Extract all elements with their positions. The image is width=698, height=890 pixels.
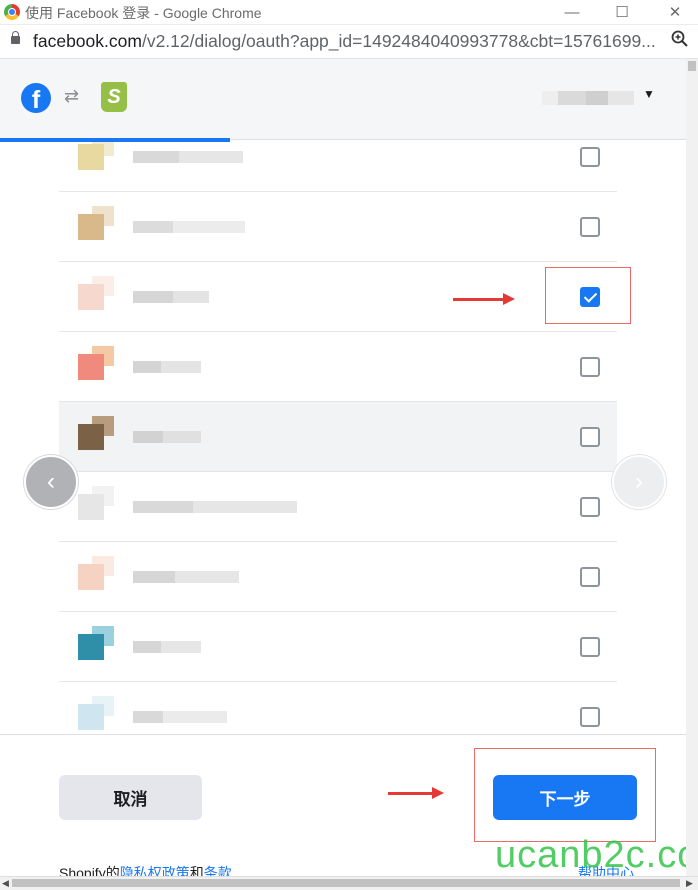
page-avatar: [74, 416, 116, 458]
page-row[interactable]: [59, 682, 617, 734]
vertical-scrollbar[interactable]: [686, 59, 698, 876]
minimize-button[interactable]: —: [549, 0, 595, 24]
page-list: [0, 142, 698, 734]
next-page-arrow-button[interactable]: ›: [612, 455, 666, 509]
page-row[interactable]: [59, 262, 617, 332]
account-name-blurred[interactable]: [542, 91, 634, 105]
horizontal-scroll-thumb[interactable]: [12, 879, 680, 887]
page-row[interactable]: [59, 142, 617, 192]
dialog-header: f ⇄ S ▼: [0, 59, 698, 140]
zoom-icon[interactable]: [671, 30, 693, 52]
page-checkbox[interactable]: [580, 217, 600, 237]
url-host: facebook.com: [33, 31, 142, 51]
annotation-arrow-next: [388, 787, 444, 799]
prev-page-button[interactable]: ‹: [24, 455, 78, 509]
annotation-box-checkbox: [545, 267, 631, 324]
page-row[interactable]: [59, 542, 617, 612]
page-checkbox[interactable]: [580, 567, 600, 587]
page-avatar: [74, 142, 116, 178]
page-checkbox[interactable]: [580, 707, 600, 727]
scroll-left-arrow-icon[interactable]: ◀: [2, 877, 9, 890]
shopify-logo-icon: S: [101, 82, 127, 112]
page-checkbox[interactable]: [580, 497, 600, 517]
page-avatar: [74, 696, 116, 734]
address-bar[interactable]: facebook.com/v2.12/dialog/oauth?app_id=1…: [0, 25, 698, 59]
chrome-logo-icon: [4, 4, 20, 20]
page-row[interactable]: [59, 612, 617, 682]
facebook-logo-icon: f: [21, 83, 51, 113]
watermark: ucanb2c.com: [495, 834, 698, 876]
url-path: /v2.12/dialog/oauth?app_id=1492484040993…: [141, 31, 656, 51]
page-checkbox[interactable]: [580, 637, 600, 657]
cancel-button[interactable]: 取消: [59, 775, 202, 820]
swap-icon: ⇄: [64, 86, 80, 106]
page-checkbox[interactable]: [580, 357, 600, 377]
page-checkbox[interactable]: [580, 427, 600, 447]
url-text[interactable]: facebook.com/v2.12/dialog/oauth?app_id=1…: [33, 31, 656, 52]
page-row[interactable]: [59, 402, 617, 472]
maximize-button[interactable]: ☐: [599, 0, 645, 24]
close-button[interactable]: ✕: [652, 0, 698, 24]
window-titlebar: 使用 Facebook 登录 - Google Chrome — ☐ ✕: [0, 0, 698, 25]
window-title: 使用 Facebook 登录 - Google Chrome: [25, 5, 262, 21]
scroll-right-arrow-icon[interactable]: ▶: [686, 877, 693, 890]
lock-icon[interactable]: [11, 31, 20, 44]
page-row[interactable]: [59, 192, 617, 262]
page-avatar: [74, 626, 116, 668]
annotation-box-next: [474, 748, 656, 842]
annotation-arrow-checkbox: [453, 293, 515, 305]
page-checkbox[interactable]: [580, 147, 600, 167]
page-avatar: [74, 206, 116, 248]
page-avatar: [74, 556, 116, 598]
account-dropdown-icon[interactable]: ▼: [643, 87, 655, 101]
page-avatar: [74, 346, 116, 388]
horizontal-scrollbar[interactable]: ◀ ▶: [0, 876, 698, 890]
page-row[interactable]: [59, 472, 617, 542]
page-avatar: [74, 276, 116, 318]
page-avatar: [74, 486, 116, 528]
vertical-scroll-thumb[interactable]: [688, 61, 696, 71]
page-row[interactable]: [59, 332, 617, 402]
